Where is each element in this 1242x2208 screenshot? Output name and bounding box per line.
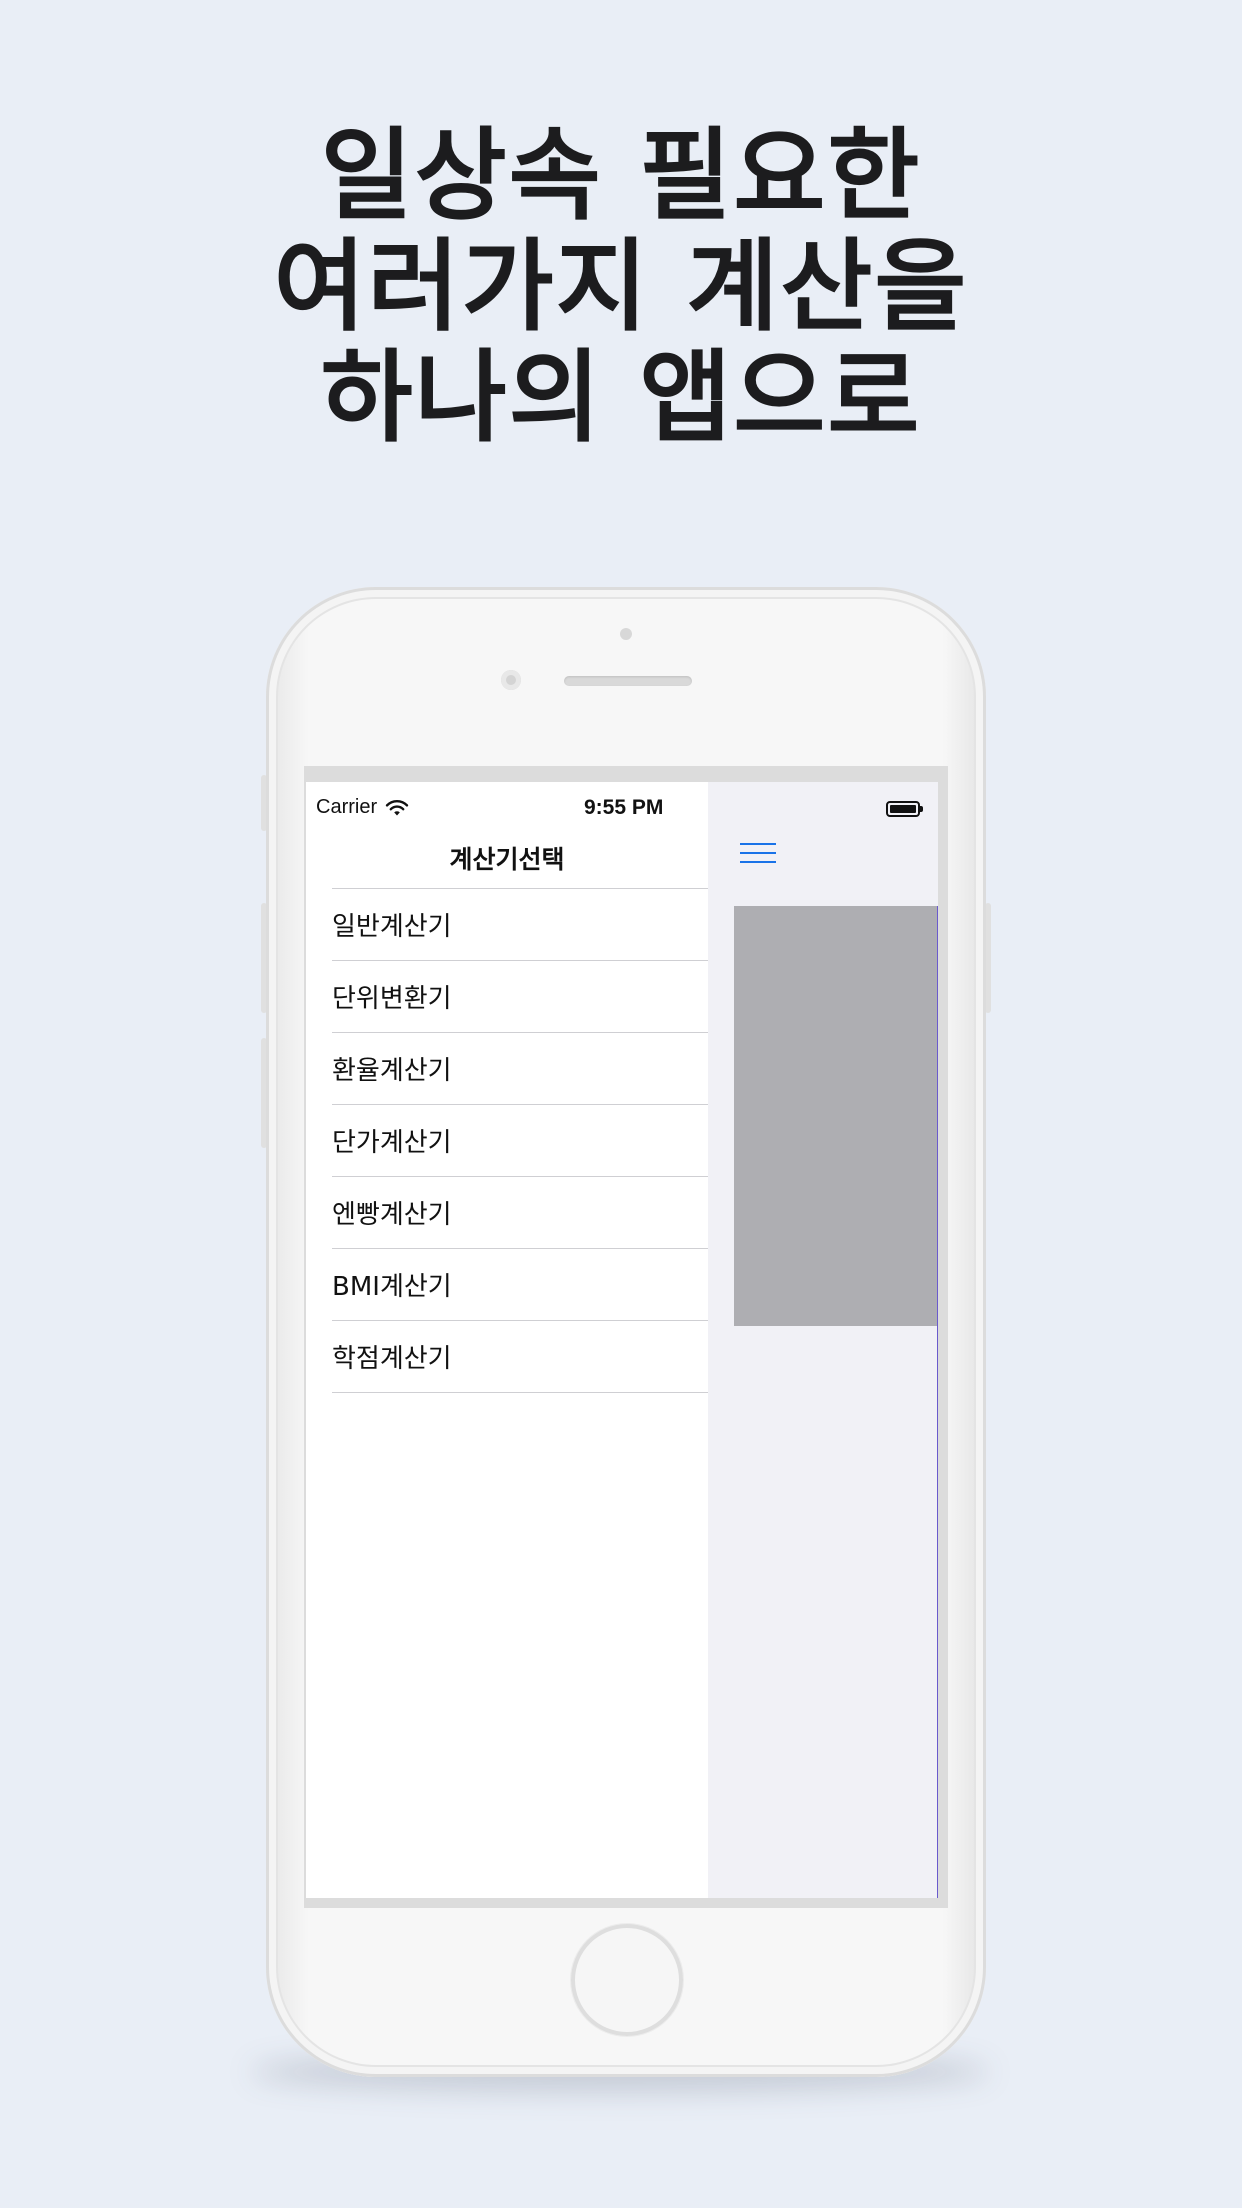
list-item-grade-calculator[interactable]: 학점계산기 — [332, 1321, 708, 1393]
calculator-list: 일반계산기 단위변환기 환율계산기 단가계산기 엔빵계산기 BMI계산기 학점계… — [332, 888, 708, 1393]
headline-line-1: 일상속 필요한 — [320, 117, 922, 234]
phone-screen: Carrier 9:55 PM 계산기선택 일반계산기 단위변환기 환율계산기 … — [304, 766, 948, 1908]
wifi-icon — [385, 799, 409, 815]
front-camera-icon — [501, 670, 521, 690]
app-screen: Carrier 9:55 PM 계산기선택 일반계산기 단위변환기 환율계산기 … — [306, 782, 938, 1898]
proximity-sensor — [620, 628, 632, 640]
status-carrier: Carrier — [316, 796, 409, 819]
carrier-label: Carrier — [316, 796, 378, 818]
battery-icon — [886, 801, 923, 817]
list-item-bmi-calculator[interactable]: BMI계산기 — [332, 1249, 708, 1321]
hamburger-menu-icon[interactable] — [740, 843, 776, 865]
status-time: 9:55 PM — [584, 796, 664, 819]
earpiece-speaker — [564, 676, 692, 686]
content-edge-divider — [937, 906, 938, 1898]
list-item-unit-converter[interactable]: 단위변환기 — [332, 961, 708, 1033]
list-item-unit-price-calculator[interactable]: 단가계산기 — [332, 1105, 708, 1177]
home-button — [571, 1924, 683, 2036]
headline-line-3: 하나의 앱으로 — [320, 339, 922, 456]
headline-line-2: 여러가지 계산을 — [273, 228, 969, 345]
list-item-split-bill-calculator[interactable]: 엔빵계산기 — [332, 1177, 708, 1249]
side-menu-panel: Carrier 9:55 PM 계산기선택 일반계산기 단위변환기 환율계산기 … — [306, 782, 708, 1898]
list-item-exchange-calculator[interactable]: 환율계산기 — [332, 1033, 708, 1105]
menu-title: 계산기선택 — [449, 845, 565, 874]
promo-headline: 일상속 필요한 여러가지 계산을 하나의 앱으로 — [0, 120, 1242, 453]
list-item-general-calculator[interactable]: 일반계산기 — [332, 889, 708, 961]
content-placeholder — [734, 906, 938, 1326]
